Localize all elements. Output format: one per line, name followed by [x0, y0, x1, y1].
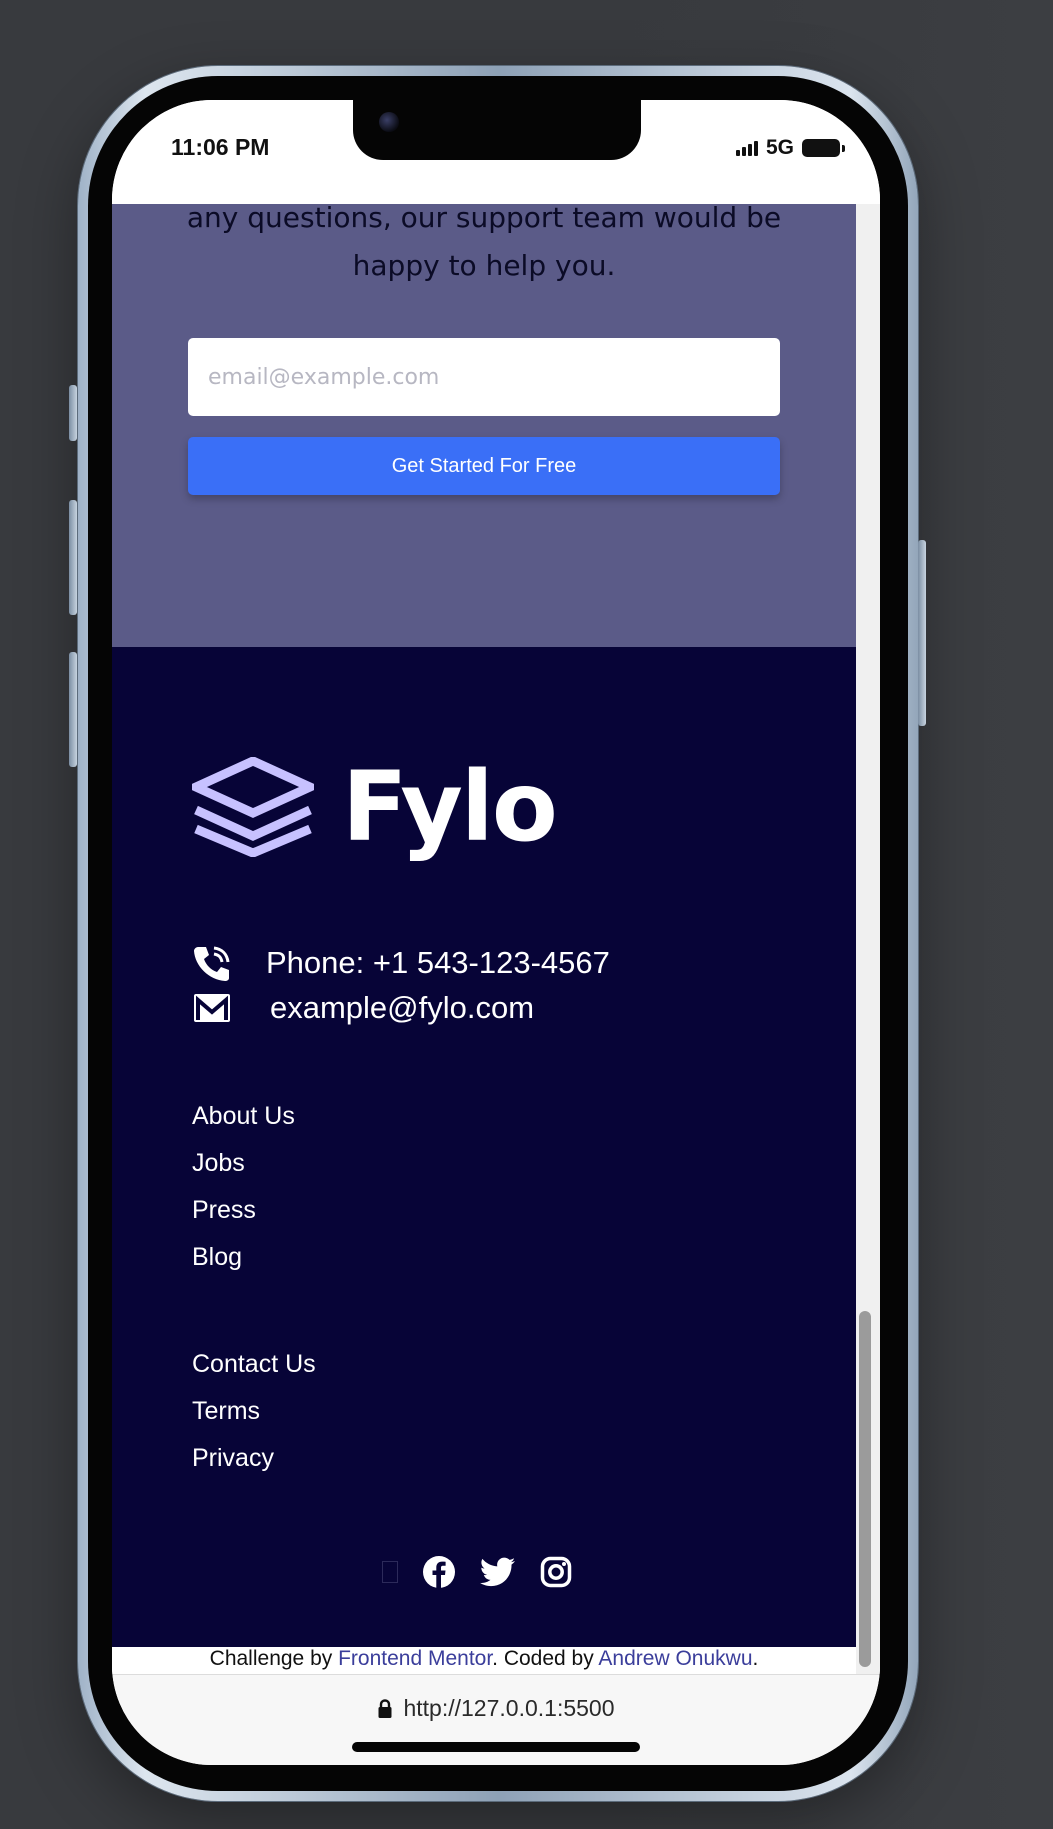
- attribution: Challenge by Frontend Mentor. Coded by A…: [112, 1647, 856, 1674]
- frontend-mentor-link[interactable]: Frontend Mentor: [338, 1647, 492, 1670]
- status-time: 11:06 PM: [171, 134, 270, 160]
- footer: Fylo Phone: +1 543-123-4567 example@fylo…: [112, 647, 856, 1647]
- email-contact: example@fylo.com: [192, 990, 534, 1026]
- volume-down-button: [69, 652, 77, 767]
- author-link[interactable]: Andrew Onukwu: [598, 1647, 752, 1670]
- cta-text-line-2: happy to help you.: [352, 249, 616, 282]
- facebook-icon[interactable]: [422, 1555, 456, 1589]
- link-jobs[interactable]: Jobs: [192, 1145, 295, 1181]
- logo-wordmark: Fylo: [342, 751, 558, 863]
- url-display[interactable]: http://127.0.0.1:5500: [112, 1695, 880, 1722]
- get-started-button[interactable]: Get Started For Free: [188, 437, 780, 495]
- fylo-logo[interactable]: Fylo: [192, 751, 558, 863]
- twitter-icon[interactable]: [480, 1557, 516, 1587]
- front-camera: [379, 112, 399, 132]
- attribution-suffix: .: [752, 1647, 759, 1670]
- link-blog[interactable]: Blog: [192, 1239, 295, 1275]
- link-about-us[interactable]: About Us: [192, 1098, 295, 1134]
- email-address: example@fylo.com: [270, 990, 535, 1025]
- link-press[interactable]: Press: [192, 1192, 295, 1228]
- link-terms[interactable]: Terms: [192, 1393, 316, 1429]
- stacked-layers-icon: [192, 757, 314, 857]
- scrollbar-thumb[interactable]: [859, 1311, 871, 1667]
- battery-icon: [802, 139, 845, 157]
- social-links: [382, 1555, 572, 1589]
- phone-icon: [194, 946, 230, 981]
- link-privacy[interactable]: Privacy: [192, 1440, 316, 1476]
- cta-description: any questions, our support team would be…: [142, 204, 826, 290]
- phone-number: Phone: +1 543-123-4567: [266, 945, 610, 980]
- url-text: http://127.0.0.1:5500: [403, 1695, 615, 1721]
- email-input[interactable]: [188, 338, 780, 416]
- early-access-section: any questions, our support team would be…: [112, 204, 856, 647]
- notch: [353, 100, 641, 160]
- lock-icon: [378, 1698, 392, 1718]
- cta-text-line-1: any questions, our support team would be: [186, 204, 782, 234]
- signal-icon: [735, 140, 758, 156]
- link-contact-us[interactable]: Contact Us: [192, 1346, 316, 1382]
- instagram-icon[interactable]: [540, 1556, 572, 1588]
- web-viewport: any questions, our support team would be…: [112, 204, 880, 1674]
- phone-screen: 11:06 PM 5G any questions, our support t…: [112, 100, 880, 1765]
- home-indicator[interactable]: [352, 1742, 640, 1752]
- attribution-prefix: Challenge by: [209, 1647, 339, 1670]
- volume-up-button: [69, 500, 77, 615]
- attribution-middle: . Coded by: [492, 1647, 599, 1670]
- email-icon: [194, 994, 230, 1022]
- footer-links-secondary: Contact Us Terms Privacy: [192, 1346, 316, 1476]
- mute-switch: [69, 385, 77, 441]
- phone-contact: Phone: +1 543-123-4567: [192, 944, 610, 982]
- network-label: 5G: [765, 136, 794, 159]
- status-indicators: 5G: [735, 136, 845, 160]
- power-button: [918, 540, 926, 726]
- footer-links-primary: About Us Jobs Press Blog: [192, 1098, 295, 1275]
- missing-glyph-icon: [382, 1561, 398, 1583]
